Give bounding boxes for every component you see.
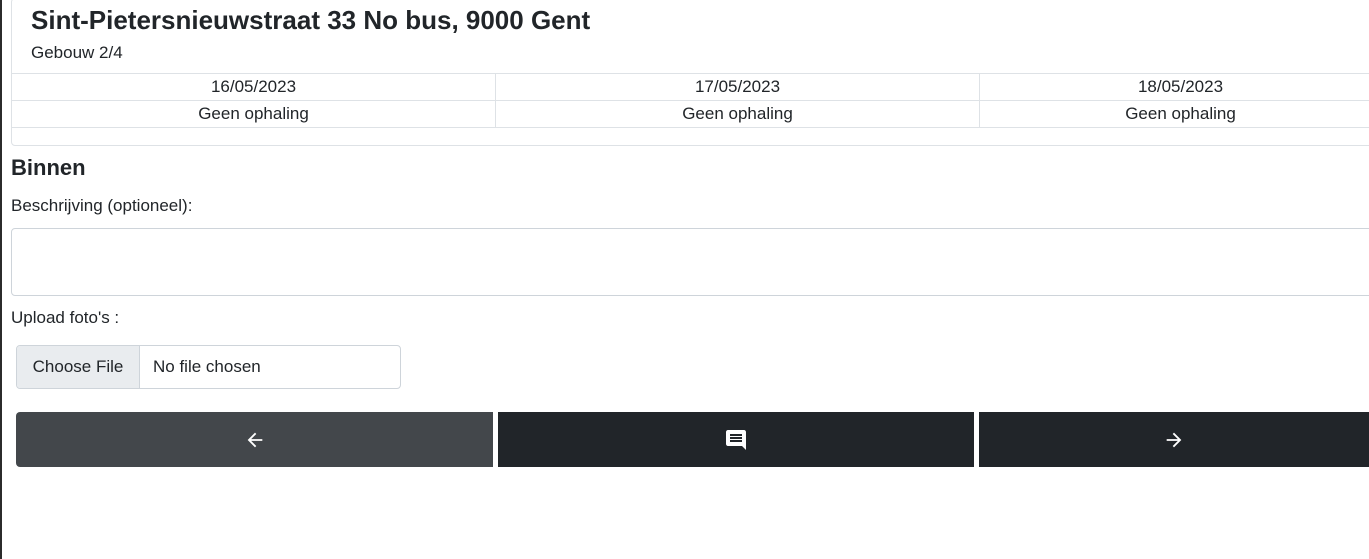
schedule-status-row: Geen ophaling Geen ophaling Geen ophalin… xyxy=(12,100,1369,128)
schedule-table: 16/05/2023 17/05/2023 18/05/2023 Geen op… xyxy=(12,73,1369,128)
schedule-date: 18/05/2023 xyxy=(979,73,1369,101)
arrow-right-icon xyxy=(1163,429,1185,451)
schedule-status: Geen ophaling xyxy=(979,100,1369,128)
address-title: Sint-Pietersnieuwstraat 33 No bus, 9000 … xyxy=(31,5,591,35)
schedule-date: 16/05/2023 xyxy=(12,73,496,101)
window-edge xyxy=(0,0,2,559)
file-status-text: No file chosen xyxy=(153,357,261,376)
next-button[interactable] xyxy=(979,412,1369,467)
description-textarea[interactable] xyxy=(11,228,1369,296)
building-subtitle: Gebouw 2/4 xyxy=(31,43,123,62)
file-upload-input[interactable]: Choose File No file chosen xyxy=(16,345,401,389)
schedule-dates-row: 16/05/2023 17/05/2023 18/05/2023 xyxy=(12,73,1369,101)
address-card: Sint-Pietersnieuwstraat 33 No bus, 9000 … xyxy=(11,0,1369,146)
schedule-status: Geen ophaling xyxy=(495,100,980,128)
section-title: Binnen xyxy=(11,155,86,180)
upload-label: Upload foto's : xyxy=(11,308,120,327)
schedule-status: Geen ophaling xyxy=(12,100,496,128)
previous-button[interactable] xyxy=(16,412,493,467)
comment-button[interactable] xyxy=(498,412,974,467)
description-label: Beschrijving (optioneel): xyxy=(11,196,193,215)
choose-file-button[interactable]: Choose File xyxy=(17,346,140,388)
comment-icon xyxy=(724,428,748,452)
schedule-date: 17/05/2023 xyxy=(495,73,980,101)
arrow-left-icon xyxy=(244,429,266,451)
